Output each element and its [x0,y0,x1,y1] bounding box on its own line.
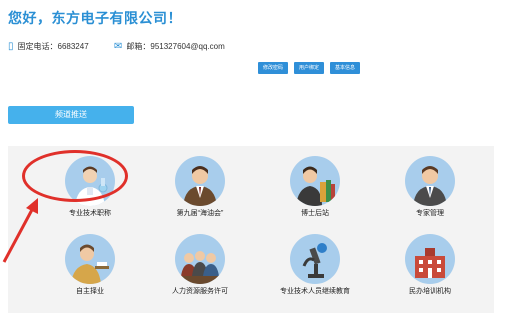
user-binding-button[interactable]: 用户绑定 [294,62,325,74]
man-icon [175,156,225,206]
service-label: 专家管理 [416,210,444,217]
channel-push-button[interactable]: 频道推送 [8,106,134,124]
service-item-self-employment[interactable]: 自主择业 [40,234,140,296]
phone-info: ▯ 固定电话：6683247 [8,41,89,52]
group-icon [175,234,225,284]
service-label: 专业技术职称 [69,210,111,217]
red-highlight-circle [22,150,128,202]
phone-text: 固定电话：6683247 [17,42,89,51]
service-label: 博士后站 [301,210,329,217]
service-item-expert[interactable]: 专家管理 [380,156,480,218]
service-label: 专业技术人员继续教育 [280,288,350,295]
mail-icon: ✉ [114,41,123,52]
basic-info-button[interactable]: 基本信息 [330,62,361,74]
change-password-button[interactable]: 修改密码 [258,62,289,74]
email-text: 邮箱：951327604@qq.com [126,42,225,51]
building-icon [405,234,455,284]
account-actions: 修改密码 用户绑定 基本信息 [258,62,366,74]
service-item-continuing-education[interactable]: 专业技术人员继续教育 [265,234,365,296]
email-info: ✉ 邮箱：951327604@qq.com [114,41,225,52]
service-label: 人力资源服务许可 [172,288,228,295]
service-item-hr-license[interactable]: 人力资源服务许可 [150,234,250,296]
scholar-books-icon [290,156,340,206]
expert-icon [405,156,455,206]
entrepreneur-icon [65,234,115,284]
microscope-icon [290,234,340,284]
phone-icon: ▯ [8,41,14,52]
service-item-postdoc[interactable]: 博士后站 [265,156,365,218]
service-item-private-training[interactable]: 民办培训机构 [380,234,480,296]
service-item-conference[interactable]: 第九届“海油会” [150,156,250,218]
service-label: 自主择业 [76,288,104,295]
red-arrow-icon [2,198,38,263]
greeting-title: 您好，东方电子有限公司！ [8,10,182,26]
service-label: 民办培训机构 [409,288,451,295]
service-label: 第九届“海油会” [176,210,224,217]
